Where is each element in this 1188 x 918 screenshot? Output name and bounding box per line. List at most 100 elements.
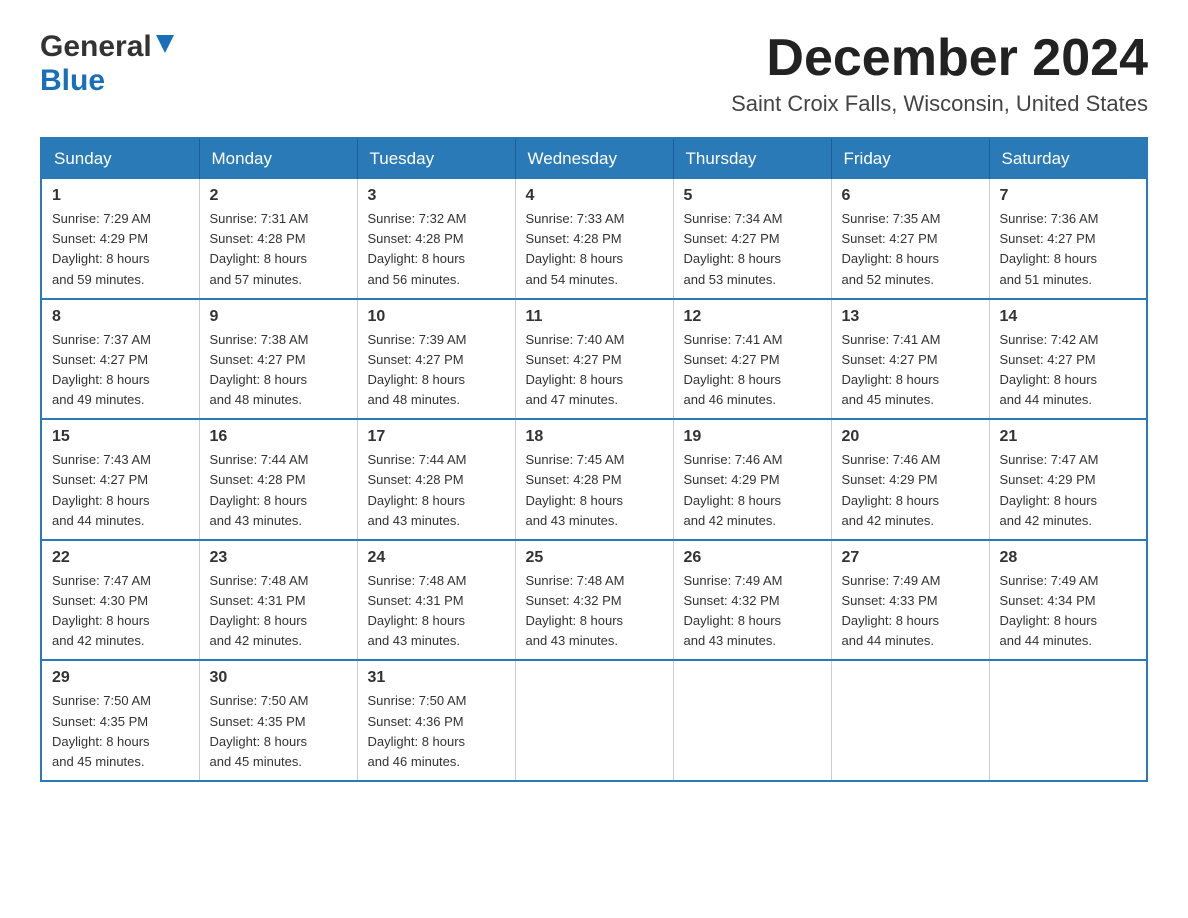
calendar-cell: 17 Sunrise: 7:44 AMSunset: 4:28 PMDaylig… [357,419,515,540]
calendar-cell: 15 Sunrise: 7:43 AMSunset: 4:27 PMDaylig… [41,419,199,540]
logo: General Blue [40,30,174,98]
day-number: 16 [210,428,347,446]
day-number: 26 [684,549,821,567]
day-number: 18 [526,428,663,446]
calendar-cell: 6 Sunrise: 7:35 AMSunset: 4:27 PMDayligh… [831,179,989,299]
calendar-cell: 4 Sunrise: 7:33 AMSunset: 4:28 PMDayligh… [515,179,673,299]
calendar-cell: 18 Sunrise: 7:45 AMSunset: 4:28 PMDaylig… [515,419,673,540]
day-number: 6 [842,187,979,205]
day-info: Sunrise: 7:49 AMSunset: 4:34 PMDaylight:… [1000,573,1099,648]
location-subtitle: Saint Croix Falls, Wisconsin, United Sta… [731,91,1148,117]
calendar-cell: 1 Sunrise: 7:29 AMSunset: 4:29 PMDayligh… [41,179,199,299]
header-friday: Friday [831,138,989,179]
day-number: 31 [368,669,505,687]
day-number: 25 [526,549,663,567]
calendar-cell: 12 Sunrise: 7:41 AMSunset: 4:27 PMDaylig… [673,299,831,420]
calendar-cell [831,660,989,781]
calendar-cell: 27 Sunrise: 7:49 AMSunset: 4:33 PMDaylig… [831,540,989,661]
day-info: Sunrise: 7:29 AMSunset: 4:29 PMDaylight:… [52,211,151,286]
calendar-cell: 23 Sunrise: 7:48 AMSunset: 4:31 PMDaylig… [199,540,357,661]
calendar-cell: 26 Sunrise: 7:49 AMSunset: 4:32 PMDaylig… [673,540,831,661]
page-header: General Blue December 2024 Saint Croix F… [40,30,1148,117]
calendar-week-row: 8 Sunrise: 7:37 AMSunset: 4:27 PMDayligh… [41,299,1147,420]
title-area: December 2024 Saint Croix Falls, Wiscons… [731,30,1148,117]
day-info: Sunrise: 7:50 AMSunset: 4:35 PMDaylight:… [52,693,151,768]
day-info: Sunrise: 7:48 AMSunset: 4:32 PMDaylight:… [526,573,625,648]
calendar-cell: 8 Sunrise: 7:37 AMSunset: 4:27 PMDayligh… [41,299,199,420]
calendar-cell: 19 Sunrise: 7:46 AMSunset: 4:29 PMDaylig… [673,419,831,540]
day-info: Sunrise: 7:31 AMSunset: 4:28 PMDaylight:… [210,211,309,286]
calendar-header-row: Sunday Monday Tuesday Wednesday Thursday… [41,138,1147,179]
calendar-cell: 2 Sunrise: 7:31 AMSunset: 4:28 PMDayligh… [199,179,357,299]
day-number: 9 [210,308,347,326]
header-sunday: Sunday [41,138,199,179]
day-info: Sunrise: 7:47 AMSunset: 4:29 PMDaylight:… [1000,452,1099,527]
day-info: Sunrise: 7:33 AMSunset: 4:28 PMDaylight:… [526,211,625,286]
calendar-cell: 10 Sunrise: 7:39 AMSunset: 4:27 PMDaylig… [357,299,515,420]
day-number: 19 [684,428,821,446]
day-info: Sunrise: 7:35 AMSunset: 4:27 PMDaylight:… [842,211,941,286]
calendar-table: Sunday Monday Tuesday Wednesday Thursday… [40,137,1148,782]
day-info: Sunrise: 7:48 AMSunset: 4:31 PMDaylight:… [210,573,309,648]
day-number: 14 [1000,308,1137,326]
logo-triangle-icon [156,35,174,58]
day-number: 7 [1000,187,1137,205]
day-number: 23 [210,549,347,567]
day-info: Sunrise: 7:37 AMSunset: 4:27 PMDaylight:… [52,332,151,407]
calendar-cell: 31 Sunrise: 7:50 AMSunset: 4:36 PMDaylig… [357,660,515,781]
day-number: 20 [842,428,979,446]
day-info: Sunrise: 7:41 AMSunset: 4:27 PMDaylight:… [842,332,941,407]
day-info: Sunrise: 7:48 AMSunset: 4:31 PMDaylight:… [368,573,467,648]
day-info: Sunrise: 7:49 AMSunset: 4:33 PMDaylight:… [842,573,941,648]
calendar-cell: 29 Sunrise: 7:50 AMSunset: 4:35 PMDaylig… [41,660,199,781]
calendar-cell: 22 Sunrise: 7:47 AMSunset: 4:30 PMDaylig… [41,540,199,661]
day-number: 11 [526,308,663,326]
calendar-cell: 13 Sunrise: 7:41 AMSunset: 4:27 PMDaylig… [831,299,989,420]
calendar-cell: 5 Sunrise: 7:34 AMSunset: 4:27 PMDayligh… [673,179,831,299]
logo-blue-text: Blue [40,64,105,97]
day-number: 3 [368,187,505,205]
calendar-cell: 9 Sunrise: 7:38 AMSunset: 4:27 PMDayligh… [199,299,357,420]
day-info: Sunrise: 7:34 AMSunset: 4:27 PMDaylight:… [684,211,783,286]
calendar-cell [989,660,1147,781]
calendar-cell: 24 Sunrise: 7:48 AMSunset: 4:31 PMDaylig… [357,540,515,661]
day-info: Sunrise: 7:32 AMSunset: 4:28 PMDaylight:… [368,211,467,286]
day-info: Sunrise: 7:39 AMSunset: 4:27 PMDaylight:… [368,332,467,407]
day-info: Sunrise: 7:42 AMSunset: 4:27 PMDaylight:… [1000,332,1099,407]
day-info: Sunrise: 7:36 AMSunset: 4:27 PMDaylight:… [1000,211,1099,286]
day-info: Sunrise: 7:49 AMSunset: 4:32 PMDaylight:… [684,573,783,648]
day-number: 29 [52,669,189,687]
day-info: Sunrise: 7:44 AMSunset: 4:28 PMDaylight:… [368,452,467,527]
calendar-cell: 20 Sunrise: 7:46 AMSunset: 4:29 PMDaylig… [831,419,989,540]
header-saturday: Saturday [989,138,1147,179]
logo-general-text: General [40,30,152,64]
day-number: 4 [526,187,663,205]
header-tuesday: Tuesday [357,138,515,179]
calendar-cell: 30 Sunrise: 7:50 AMSunset: 4:35 PMDaylig… [199,660,357,781]
calendar-cell: 21 Sunrise: 7:47 AMSunset: 4:29 PMDaylig… [989,419,1147,540]
calendar-cell: 28 Sunrise: 7:49 AMSunset: 4:34 PMDaylig… [989,540,1147,661]
calendar-week-row: 15 Sunrise: 7:43 AMSunset: 4:27 PMDaylig… [41,419,1147,540]
day-info: Sunrise: 7:41 AMSunset: 4:27 PMDaylight:… [684,332,783,407]
day-number: 24 [368,549,505,567]
header-wednesday: Wednesday [515,138,673,179]
calendar-cell: 3 Sunrise: 7:32 AMSunset: 4:28 PMDayligh… [357,179,515,299]
day-info: Sunrise: 7:50 AMSunset: 4:35 PMDaylight:… [210,693,309,768]
day-number: 17 [368,428,505,446]
day-info: Sunrise: 7:47 AMSunset: 4:30 PMDaylight:… [52,573,151,648]
day-info: Sunrise: 7:40 AMSunset: 4:27 PMDaylight:… [526,332,625,407]
day-number: 2 [210,187,347,205]
day-info: Sunrise: 7:44 AMSunset: 4:28 PMDaylight:… [210,452,309,527]
day-number: 10 [368,308,505,326]
calendar-cell: 25 Sunrise: 7:48 AMSunset: 4:32 PMDaylig… [515,540,673,661]
day-number: 27 [842,549,979,567]
calendar-cell: 16 Sunrise: 7:44 AMSunset: 4:28 PMDaylig… [199,419,357,540]
day-number: 21 [1000,428,1137,446]
header-thursday: Thursday [673,138,831,179]
day-number: 12 [684,308,821,326]
day-number: 5 [684,187,821,205]
day-info: Sunrise: 7:45 AMSunset: 4:28 PMDaylight:… [526,452,625,527]
day-number: 28 [1000,549,1137,567]
calendar-cell [515,660,673,781]
day-info: Sunrise: 7:50 AMSunset: 4:36 PMDaylight:… [368,693,467,768]
